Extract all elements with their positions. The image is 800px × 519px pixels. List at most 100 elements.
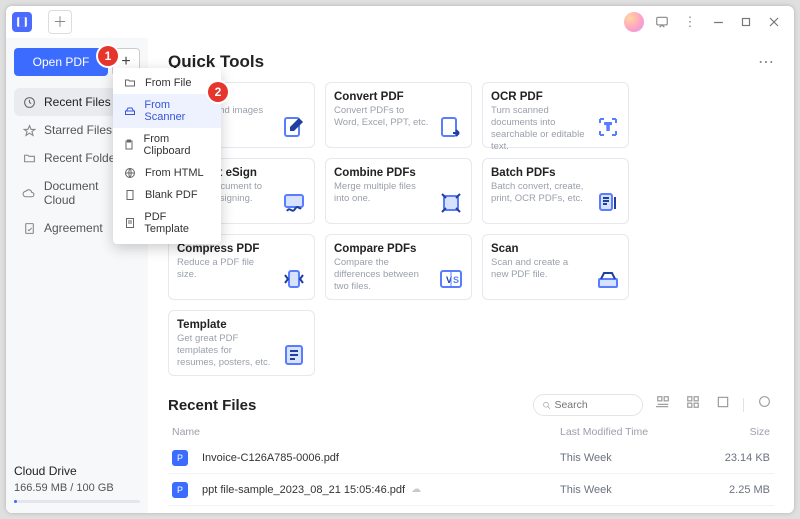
window-maximize-button[interactable] bbox=[732, 8, 760, 36]
tool-desc: Convert PDFs to Word, Excel, PPT, etc. bbox=[334, 105, 429, 129]
svg-text:S: S bbox=[453, 275, 459, 285]
cloud-drive-title: Cloud Drive bbox=[14, 464, 140, 478]
tool-combine-pdfs[interactable]: Combine PDFs Merge multiple files into o… bbox=[325, 158, 472, 224]
annotation-badge-2: 2 bbox=[208, 82, 228, 102]
file-date: This Week bbox=[560, 484, 700, 496]
search-icon bbox=[542, 400, 552, 411]
filter-icon[interactable] bbox=[754, 395, 774, 415]
template-small-icon bbox=[123, 217, 136, 229]
tool-title: Scan bbox=[491, 243, 620, 255]
create-dropdown: From File From Scanner From Clipboard Fr… bbox=[113, 68, 221, 244]
tool-ocr-pdf[interactable]: OCR PDF Turn scanned documents into sear… bbox=[482, 82, 629, 148]
quick-tools-more-icon[interactable]: ⋯ bbox=[758, 52, 774, 72]
combine-icon bbox=[439, 191, 463, 215]
pdf-icon: P bbox=[172, 482, 188, 498]
col-date[interactable]: Last Modified Time bbox=[560, 426, 700, 438]
convert-icon bbox=[439, 115, 463, 139]
tool-convert-pdf[interactable]: Convert PDF Convert PDFs to Word, Excel,… bbox=[325, 82, 472, 148]
agreement-icon bbox=[22, 222, 36, 235]
dropdown-label: Blank PDF bbox=[145, 189, 198, 201]
html-icon bbox=[123, 167, 137, 179]
edit-icon bbox=[282, 115, 306, 139]
file-date: This Week bbox=[560, 452, 700, 464]
compress-icon bbox=[282, 267, 306, 291]
cloud-icon bbox=[22, 187, 36, 200]
view-list-icon[interactable] bbox=[653, 395, 673, 415]
new-tab-button[interactable]: ＋ bbox=[48, 10, 72, 34]
annotation-badge-1: 1 bbox=[98, 46, 118, 66]
star-icon bbox=[22, 124, 36, 137]
pdf-icon: P bbox=[172, 450, 188, 466]
tool-title: OCR PDF bbox=[491, 91, 620, 103]
esign-icon bbox=[282, 191, 306, 215]
app-window: ＋ ⋮ Open PDF + Recent File bbox=[6, 6, 794, 513]
dropdown-label: From File bbox=[145, 77, 191, 89]
dropdown-from-clipboard[interactable]: From Clipboard bbox=[113, 128, 221, 162]
clipboard-icon bbox=[123, 139, 135, 151]
dropdown-from-file[interactable]: From File bbox=[113, 72, 221, 94]
file-row[interactable]: PInvoice-C126A785-0006.pdf This Week 23.… bbox=[168, 442, 774, 474]
view-grid-icon[interactable] bbox=[683, 395, 703, 415]
col-name[interactable]: Name bbox=[172, 426, 560, 438]
feedback-icon[interactable] bbox=[648, 8, 676, 36]
dropdown-from-html[interactable]: From HTML bbox=[113, 162, 221, 184]
tool-desc: Merge multiple files into one. bbox=[334, 181, 429, 205]
search-input[interactable] bbox=[554, 399, 634, 411]
tool-desc: Compare the differences between two file… bbox=[334, 257, 429, 293]
batch-icon bbox=[596, 191, 620, 215]
window-minimize-button[interactable] bbox=[704, 8, 732, 36]
svg-text:T: T bbox=[605, 122, 611, 133]
titlebar: ＋ ⋮ bbox=[6, 6, 794, 38]
dropdown-label: From HTML bbox=[145, 167, 204, 179]
file-name: ppt file-sample_2023_08_21 15:05:46.pdf bbox=[202, 484, 405, 496]
tool-template[interactable]: Template Get great PDF templates for res… bbox=[168, 310, 315, 376]
clock-icon bbox=[22, 96, 36, 109]
compare-icon: VS bbox=[439, 267, 463, 291]
sidebar-item-label: Agreement bbox=[44, 221, 103, 235]
divider bbox=[743, 398, 744, 412]
kebab-menu-icon[interactable]: ⋮ bbox=[676, 8, 704, 36]
tool-title: Batch PDFs bbox=[491, 167, 620, 179]
cloud-drive-usage: 166.59 MB / 100 GB bbox=[14, 482, 140, 494]
dropdown-blank-pdf[interactable]: Blank PDF bbox=[113, 184, 221, 206]
tool-title: Combine PDFs bbox=[334, 167, 463, 179]
file-size: 2.25 MB bbox=[700, 484, 770, 496]
dropdown-pdf-template[interactable]: PDF Template bbox=[113, 206, 221, 240]
scan-icon bbox=[596, 267, 620, 291]
cloud-drive-status: Cloud Drive 166.59 MB / 100 GB bbox=[14, 464, 140, 503]
main-content: Quick Tools ⋯ Edit PDF Edit text and ima… bbox=[148, 38, 794, 513]
theme-orb-icon[interactable] bbox=[620, 8, 648, 36]
tool-title: Compress PDF bbox=[177, 243, 306, 255]
sidebar-item-label: Starred Files bbox=[44, 123, 112, 137]
dropdown-from-scanner[interactable]: From Scanner bbox=[113, 94, 221, 128]
col-size[interactable]: Size bbox=[700, 426, 770, 438]
tool-batch-pdfs[interactable]: Batch PDFs Batch convert, create, print,… bbox=[482, 158, 629, 224]
blank-icon bbox=[123, 189, 137, 201]
file-row[interactable]: Pppt file-sample_2023_08_21 15:05:46.pdf… bbox=[168, 474, 774, 506]
tool-scan[interactable]: Scan Scan and create a new PDF file. bbox=[482, 234, 629, 300]
recent-columns: Name Last Modified Time Size bbox=[168, 426, 774, 438]
tool-desc: Scan and create a new PDF file. bbox=[491, 257, 586, 281]
tool-title: Template bbox=[177, 319, 306, 331]
file-icon bbox=[123, 77, 137, 89]
quick-tools-grid: Edit PDF Edit text and images in a PDF. … bbox=[168, 82, 774, 376]
tool-compare-pdfs[interactable]: Compare PDFs Compare the differences bet… bbox=[325, 234, 472, 300]
open-pdf-button[interactable]: Open PDF bbox=[14, 48, 108, 76]
dropdown-label: From Scanner bbox=[144, 99, 211, 123]
view-thumb-icon[interactable] bbox=[713, 395, 733, 415]
dropdown-label: PDF Template bbox=[144, 211, 211, 235]
tool-title: Convert PDF bbox=[334, 91, 463, 103]
file-row[interactable]: Pppt file-sample_2023_08_18 10:26:09.pdf… bbox=[168, 506, 774, 513]
cloud-badge-icon: ☁ bbox=[411, 484, 421, 495]
app-logo-icon bbox=[12, 12, 32, 32]
file-name: Invoice-C126A785-0006.pdf bbox=[202, 452, 339, 464]
tool-desc: Get great PDF templates for resumes, pos… bbox=[177, 333, 272, 369]
search-box[interactable] bbox=[533, 394, 643, 416]
folder-icon bbox=[22, 152, 36, 165]
window-close-button[interactable] bbox=[760, 8, 788, 36]
scanner-icon bbox=[123, 105, 136, 117]
cloud-drive-bar bbox=[14, 500, 140, 503]
template-icon bbox=[282, 343, 306, 367]
tool-desc: Reduce a PDF file size. bbox=[177, 257, 272, 281]
dropdown-label: From Clipboard bbox=[143, 133, 211, 157]
